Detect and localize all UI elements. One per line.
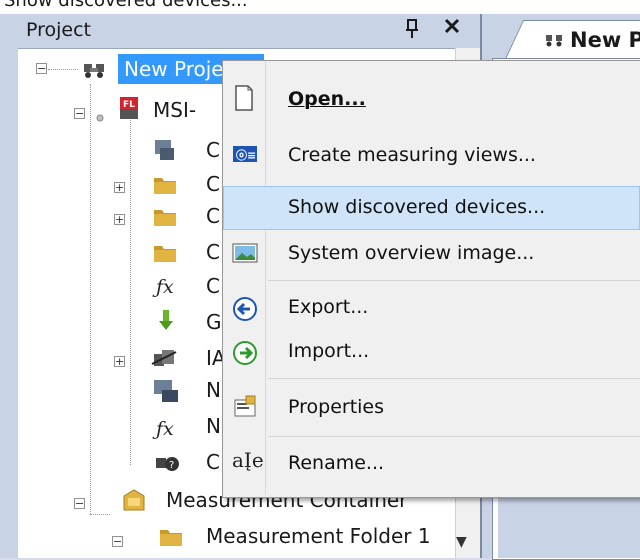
document-tab-icon [545,32,565,47]
tree-item-child-2[interactable]: C [206,172,220,196]
scroll-down-arrow-icon[interactable]: ▼ [456,534,467,550]
tree-item-device[interactable]: MSI- [153,98,196,122]
project-root-icon [82,60,110,84]
collapse-toggle[interactable]: − [112,536,123,547]
pin-icon[interactable] [405,18,419,45]
menu-item-export[interactable] [223,286,640,330]
export-arrow-icon [232,296,258,322]
menu-item-rename[interactable] [223,442,640,486]
menu-label-create-measuring-views: Create measuring views... [288,144,536,166]
expand-toggle[interactable]: + [114,214,125,225]
tree-item-child-8[interactable]: N [206,378,221,402]
tree-item-child-5[interactable]: C [206,274,220,298]
unknown-device-icon: ? [154,454,180,478]
menu-item-properties[interactable] [223,386,640,430]
tree-item-child-9[interactable]: N [206,414,221,438]
document-tab-label[interactable]: New P [570,28,640,52]
expand-toggle[interactable]: + [114,182,125,193]
menu-label-import: Import... [288,340,370,362]
menu-label-system-overview-image: System overview image... [288,242,535,264]
tree-item-measurement-folder[interactable]: Measurement Folder 1 [206,524,431,548]
tree-line [130,120,131,465]
function-icon: ƒx [156,418,174,440]
menu-item-open[interactable] [223,78,640,122]
close-icon[interactable] [443,16,461,41]
menu-item-import[interactable] [223,330,640,374]
tree-item-child-4[interactable]: C [206,240,220,264]
menu-label-properties: Properties [288,396,385,418]
folder-icon [152,242,178,268]
image-icon [232,242,258,268]
connector-dot-icon [90,108,106,122]
network-icon [150,346,180,374]
import-arrow-icon [232,340,258,366]
menu-label-show-discovered-devices: Show discovered devices... [288,196,546,218]
menu-label-rename: Rename... [288,452,385,474]
monitor-icon [152,378,180,408]
tree-line [48,69,78,70]
expand-toggle[interactable]: + [114,356,125,367]
collapse-toggle[interactable]: − [74,108,85,119]
svg-text:FL: FL [123,100,135,110]
menu-label-open: Open... [288,88,366,110]
properties-icon [232,394,258,420]
green-arrow-icon [158,308,174,336]
component-icon [152,138,178,166]
function-icon: ƒx [156,276,174,298]
menu-separator [268,280,640,281]
svg-text:ⓞ≡: ⓞ≡ [236,148,256,162]
tree-line [90,514,110,515]
folder-icon [152,206,178,232]
rename-icon: aĮe [232,448,264,472]
fl-device-icon: FL [118,97,144,125]
measuring-view-icon: ⓞ≡ [232,144,258,170]
svg-text:?: ? [169,460,174,471]
tree-line [90,84,91,514]
menu-label-export: Export... [288,296,369,318]
panel-left-border [0,48,18,558]
context-menu [222,60,640,498]
folder-icon [158,526,184,552]
tree-item-child-1[interactable]: C [206,138,220,162]
tree-item-child-6[interactable]: G [206,310,222,334]
open-document-icon [232,84,258,111]
menu-separator [268,436,640,437]
top-caption-text: Show discovered devices... [4,0,248,11]
panel-title: Project [26,19,92,41]
collapse-toggle[interactable]: − [36,63,47,74]
folder-icon [152,174,178,200]
tree-item-child-10[interactable]: C [206,450,220,474]
menu-separator [268,378,640,379]
collapse-toggle[interactable]: − [74,498,85,509]
container-icon [120,488,148,516]
tree-item-child-3[interactable]: C [206,204,220,228]
